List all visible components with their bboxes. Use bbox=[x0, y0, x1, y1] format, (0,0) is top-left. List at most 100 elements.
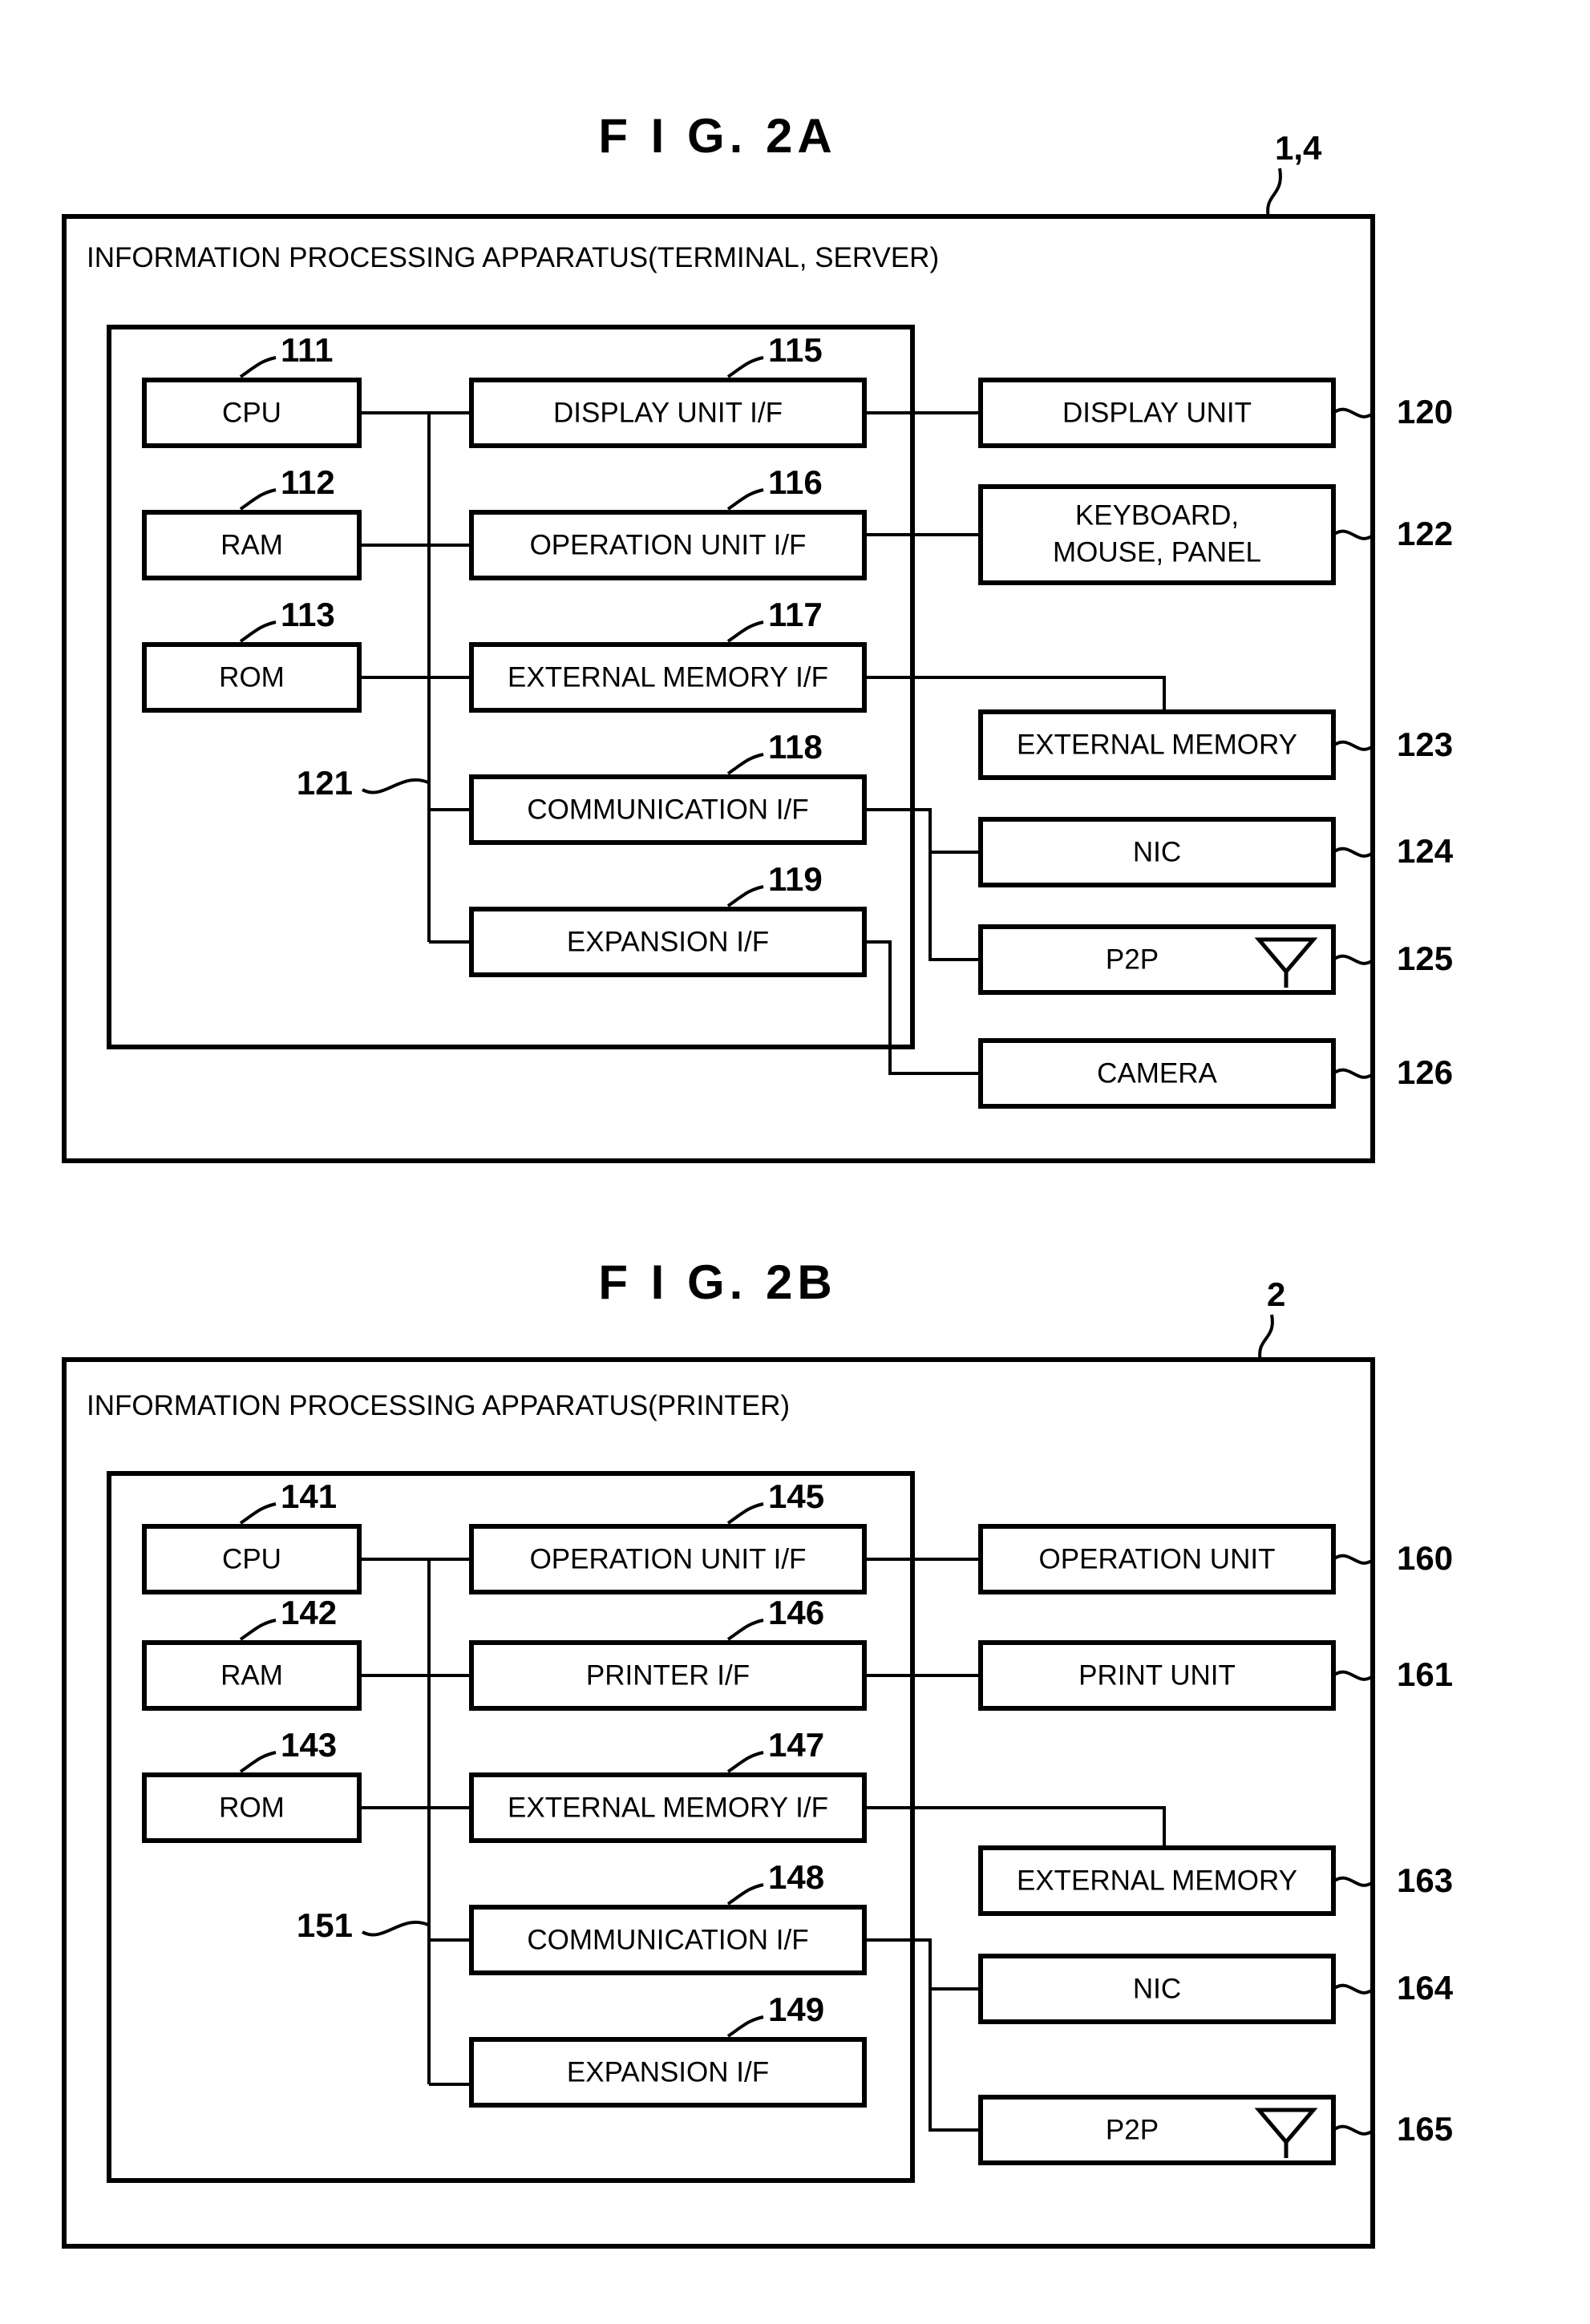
ref-112: 112 bbox=[281, 463, 335, 501]
figure-2a: F I G. 2A 1,4 INFORMATION PROCESSING APP… bbox=[62, 109, 1454, 1163]
ref-116: 116 bbox=[768, 463, 823, 501]
wire-extmem-if-external-memory-2a bbox=[864, 676, 1166, 712]
ref-leader-143 bbox=[239, 1751, 277, 1773]
block-label-display-if-2a: DISPLAY UNIT I/F bbox=[553, 397, 783, 428]
ref-leader-120 bbox=[1332, 407, 1374, 418]
ref-161: 161 bbox=[1397, 1655, 1453, 1693]
ref-leader-160 bbox=[1332, 1554, 1374, 1565]
figure-2a-outer-ref: 1,4 bbox=[1275, 129, 1322, 167]
ref-145: 145 bbox=[768, 1477, 824, 1515]
block-label-extmem-if-2b: EXTERNAL MEMORY I/F bbox=[508, 1792, 828, 1823]
block-label-expansion-if-2a: EXPANSION I/F bbox=[567, 926, 769, 957]
ref-113: 113 bbox=[281, 596, 335, 633]
figure-2b-outer-ref: 2 bbox=[1267, 1275, 1285, 1313]
block-label-operation-if-2b: OPERATION UNIT I/F bbox=[530, 1543, 807, 1574]
block-label-comm-if-2b: COMMUNICATION I/F bbox=[527, 1924, 808, 1955]
ref-124: 124 bbox=[1397, 832, 1454, 870]
ref-leader-115 bbox=[726, 356, 764, 378]
block-label-comm-if-2a: COMMUNICATION I/F bbox=[527, 794, 808, 825]
block-label-operation-if-2a: OPERATION UNIT I/F bbox=[530, 529, 807, 560]
ref-leader-113 bbox=[239, 620, 277, 643]
ref-leader-165 bbox=[1332, 2124, 1374, 2136]
figure-2a-title: F I G. 2A bbox=[598, 109, 836, 163]
block-label-rom-2b: ROM bbox=[219, 1792, 285, 1823]
ref-leader-111 bbox=[239, 356, 277, 378]
ref-118: 118 bbox=[768, 728, 823, 766]
ref-117: 117 bbox=[768, 596, 823, 633]
ref-160: 160 bbox=[1397, 1539, 1453, 1577]
wire-extmem-if-external-memory-2b bbox=[864, 1806, 1166, 1848]
block-label-p2p-2a: P2P bbox=[1106, 944, 1159, 975]
outer-ref-leader-2a bbox=[1266, 168, 1282, 219]
ref-leader-124 bbox=[1332, 847, 1374, 858]
ref-123: 123 bbox=[1397, 725, 1453, 763]
ref-147: 147 bbox=[768, 1726, 824, 1764]
ref-leader-161 bbox=[1332, 1670, 1374, 1681]
ref-143: 143 bbox=[281, 1726, 337, 1764]
block-label-external-memory-2b: EXTERNAL MEMORY bbox=[1017, 1865, 1297, 1896]
ref-leader-126 bbox=[1332, 1068, 1374, 1079]
ref-leader-149 bbox=[726, 2015, 764, 2038]
block-label-display-unit-2a: DISPLAY UNIT bbox=[1062, 397, 1252, 428]
ref-111: 111 bbox=[281, 331, 333, 369]
wire-comm-if-nic-2a bbox=[864, 808, 981, 854]
wire-comm-if-nic-2b bbox=[864, 1938, 981, 1991]
ref-149: 149 bbox=[768, 1991, 824, 2028]
ref-leader-141 bbox=[239, 1502, 277, 1525]
ref-142: 142 bbox=[281, 1594, 337, 1631]
ref-leader-125 bbox=[1332, 954, 1374, 965]
block-label-printer-if-2b: PRINTER I/F bbox=[586, 1659, 750, 1691]
figure-2b: F I G. 2B 2 INFORMATION PROCESSING APPAR… bbox=[62, 1255, 1454, 2249]
patent-figure-page: F I G. 2A 1,4 INFORMATION PROCESSING APP… bbox=[0, 0, 1590, 2324]
ref-141: 141 bbox=[281, 1477, 337, 1515]
bus-ref-leader-2b bbox=[362, 1920, 429, 1937]
ref-148: 148 bbox=[768, 1858, 824, 1896]
block-label-nic-2b: NIC bbox=[1133, 1973, 1181, 2004]
ref-164: 164 bbox=[1397, 1969, 1454, 2007]
ref-115: 115 bbox=[768, 331, 823, 369]
ref-126: 126 bbox=[1397, 1053, 1453, 1091]
bus-ref-2a: 121 bbox=[297, 764, 353, 802]
wire-comm-if-p2p-2b bbox=[929, 1989, 981, 2132]
ref-146: 146 bbox=[768, 1594, 824, 1631]
ref-120: 120 bbox=[1397, 393, 1453, 430]
ref-leader-118 bbox=[726, 753, 764, 775]
ref-leader-164 bbox=[1332, 1983, 1374, 1995]
bus-ref-2b: 151 bbox=[297, 1906, 353, 1944]
ref-leader-146 bbox=[726, 1619, 764, 1641]
figure-2b-title: F I G. 2B bbox=[598, 1255, 836, 1309]
ref-165: 165 bbox=[1397, 2110, 1453, 2148]
block-label-rom-2a: ROM bbox=[219, 661, 285, 693]
bus-ref-leader-2a bbox=[362, 778, 429, 794]
ref-125: 125 bbox=[1397, 940, 1453, 977]
block-label-ram-2a: RAM bbox=[220, 529, 283, 560]
ref-leader-119 bbox=[726, 885, 764, 907]
apparatus-title-2a: INFORMATION PROCESSING APPARATUS(TERMINA… bbox=[87, 242, 939, 273]
ref-leader-148 bbox=[726, 1883, 764, 1906]
apparatus-title-2b: INFORMATION PROCESSING APPARATUS(PRINTER… bbox=[87, 1390, 790, 1421]
block-label-camera-2a: CAMERA bbox=[1097, 1057, 1217, 1089]
block-label-expansion-if-2b: EXPANSION I/F bbox=[567, 2056, 769, 2088]
wire-comm-if-p2p-2a bbox=[929, 852, 981, 961]
outer-ref-leader-2b bbox=[1258, 1314, 1274, 1362]
block-label-keyboard-line2-2a: MOUSE, PANEL bbox=[1053, 536, 1261, 568]
block-label-keyboard-line1-2a: KEYBOARD, bbox=[1075, 499, 1239, 531]
block-label-p2p-2b: P2P bbox=[1106, 2114, 1159, 2145]
ref-leader-163 bbox=[1332, 1876, 1374, 1887]
ref-leader-147 bbox=[726, 1751, 764, 1773]
ref-leader-145 bbox=[726, 1502, 764, 1525]
block-label-extmem-if-2a: EXTERNAL MEMORY I/F bbox=[508, 661, 828, 693]
ref-leader-142 bbox=[239, 1619, 277, 1641]
block-label-operation-unit-2b: OPERATION UNIT bbox=[1039, 1543, 1276, 1574]
block-label-external-memory-2a: EXTERNAL MEMORY bbox=[1017, 729, 1297, 760]
block-label-ram-2b: RAM bbox=[220, 1659, 283, 1691]
wire-expansion-if-camera-2a bbox=[864, 940, 981, 1075]
ref-leader-116 bbox=[726, 488, 764, 511]
ref-leader-122 bbox=[1332, 529, 1374, 540]
block-label-print-unit-2b: PRINT UNIT bbox=[1078, 1659, 1236, 1691]
ref-122: 122 bbox=[1397, 515, 1453, 552]
block-label-cpu-2a: CPU bbox=[222, 397, 281, 428]
diagram-canvas: F I G. 2A 1,4 INFORMATION PROCESSING APP… bbox=[62, 109, 1454, 2249]
block-label-cpu-2b: CPU bbox=[222, 1543, 281, 1574]
block-label-nic-2a: NIC bbox=[1133, 836, 1181, 867]
